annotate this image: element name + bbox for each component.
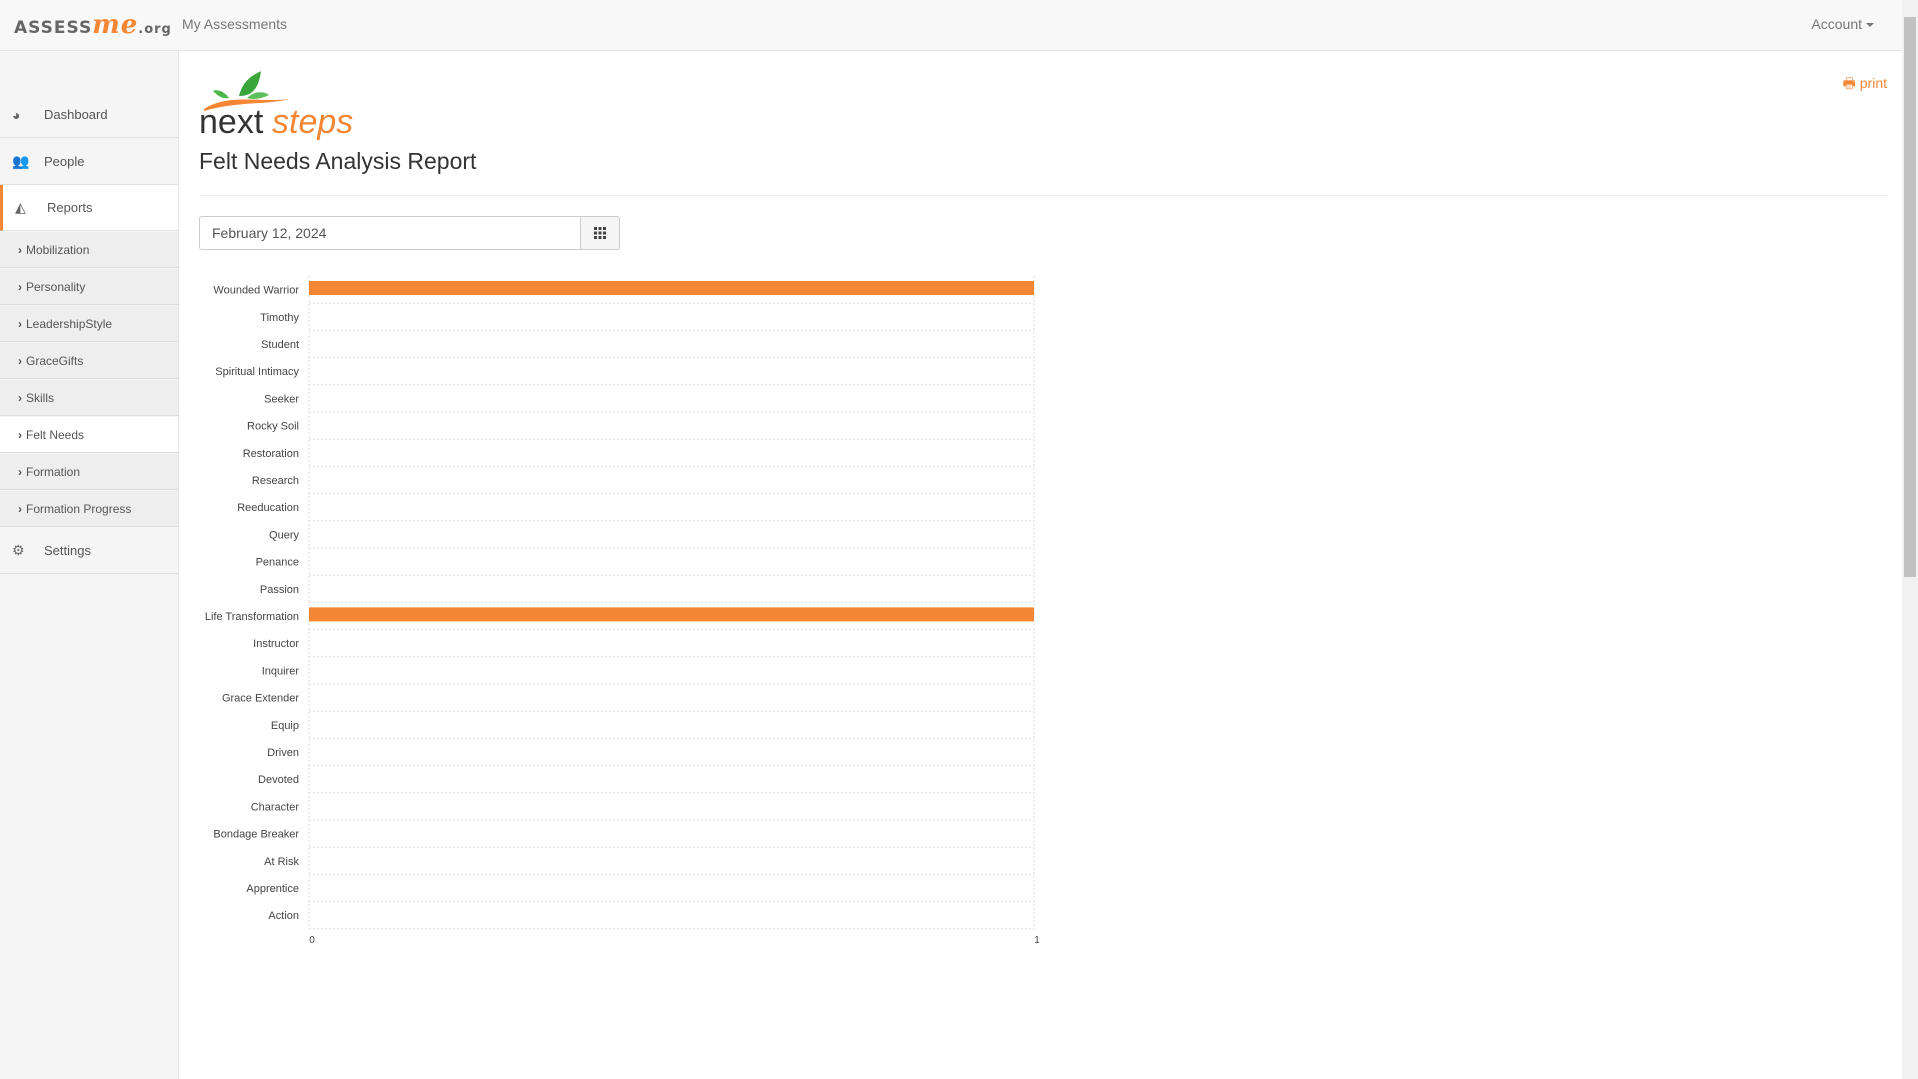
print-label: print: [1859, 75, 1887, 91]
category-label: Restoration: [243, 448, 299, 460]
felt-needs-bar-chart: Wounded Warrior Timothy Student Spiritual I…: [205, 276, 1040, 946]
x-tick-label: 0: [309, 935, 315, 946]
category-label: Instructor: [253, 638, 299, 650]
category-label: Driven: [267, 747, 299, 759]
category-label: Student: [261, 339, 299, 351]
category-label: Devoted: [258, 774, 299, 786]
bar: [309, 281, 1034, 295]
category-label: Spiritual Intimacy: [215, 366, 299, 378]
x-tick-label: 1: [1034, 935, 1040, 946]
account-dropdown[interactable]: Account: [1811, 16, 1874, 32]
category-label: Life Transformation: [205, 611, 299, 623]
category-label: Bondage Breaker: [213, 829, 299, 841]
category-label: Character: [251, 801, 300, 813]
category-label: Action: [268, 910, 299, 922]
account-label: Account: [1811, 16, 1862, 32]
category-label: Passion: [260, 584, 299, 596]
category-label: Equip: [271, 720, 299, 732]
scrollbar-thumb[interactable]: [1904, 17, 1916, 577]
vertical-scrollbar[interactable]: [1902, 0, 1918, 1079]
category-label: Grace Extender: [222, 693, 299, 705]
print-button[interactable]: 🖶 print: [1843, 73, 1887, 97]
category-label: Penance: [256, 557, 299, 569]
category-label: Wounded Warrior: [213, 285, 299, 297]
category-label: Rocky Soil: [247, 421, 299, 433]
category-label: Timothy: [260, 312, 299, 324]
printer-icon: 🖶: [1842, 75, 1856, 91]
category-label: Research: [252, 475, 299, 487]
category-label: Apprentice: [246, 883, 299, 895]
caret-down-icon: [1866, 23, 1874, 28]
bar: [309, 607, 1034, 622]
category-label: Query: [269, 529, 299, 541]
category-label: Inquirer: [262, 665, 300, 677]
category-label: Reeducation: [237, 502, 299, 514]
category-label: Seeker: [264, 393, 299, 405]
category-label: At Risk: [264, 856, 299, 868]
